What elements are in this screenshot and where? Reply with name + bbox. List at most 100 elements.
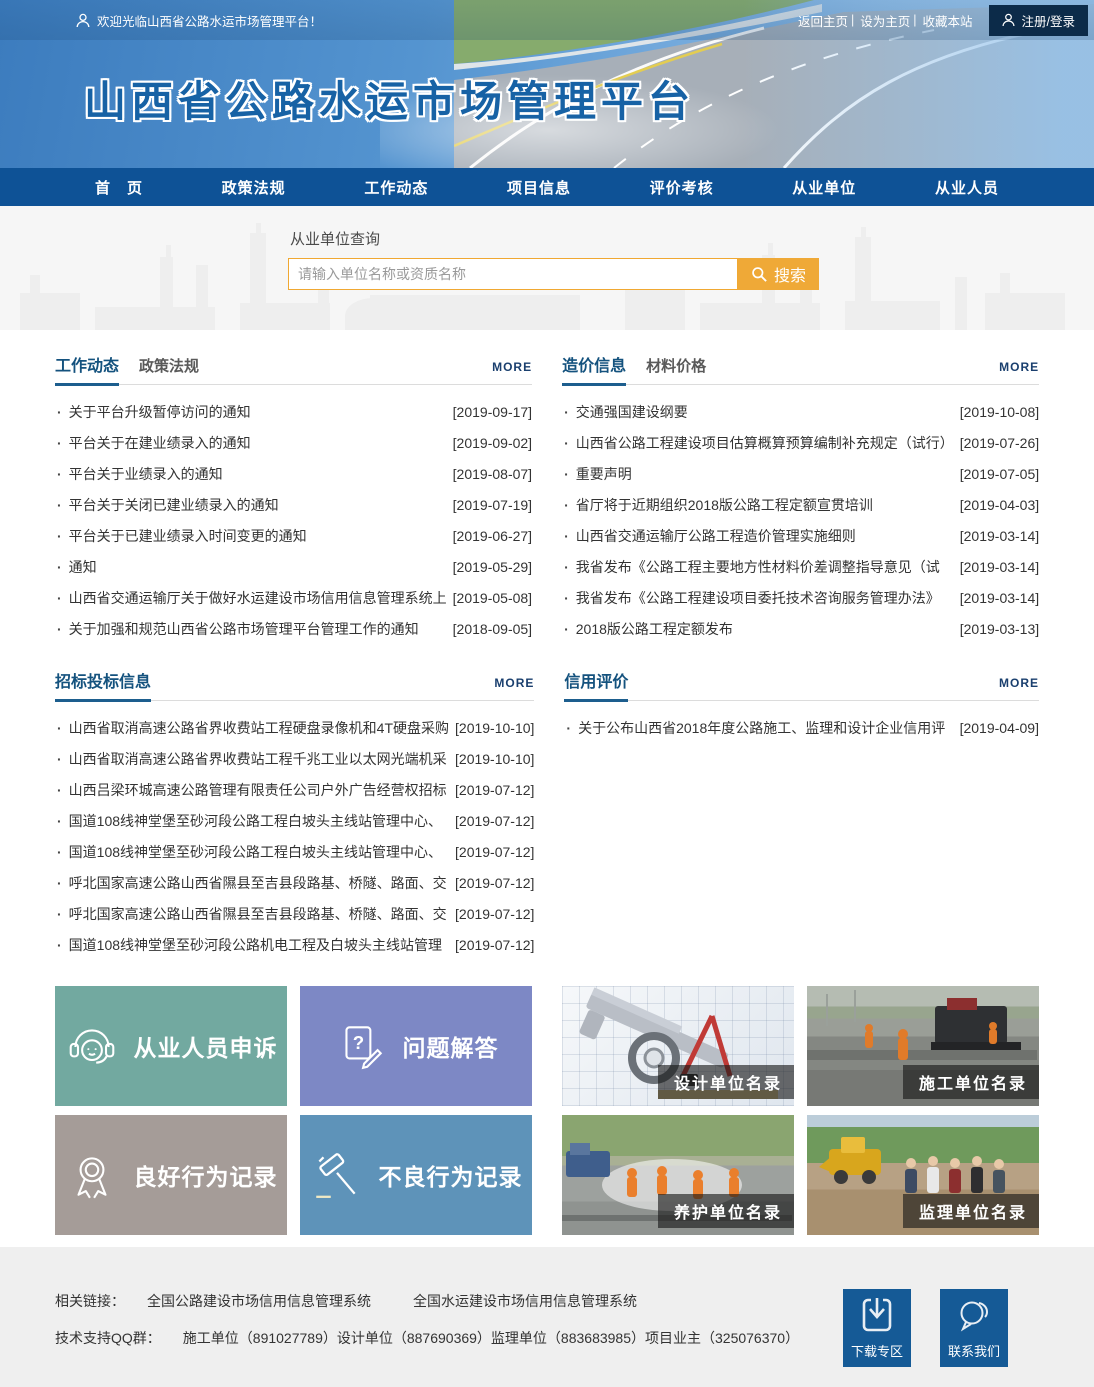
site-title: 山西省公路水运市场管理平台 [84, 68, 695, 129]
topbar-link-home[interactable]: 返回主页 [798, 11, 848, 30]
list-item[interactable]: 平台关于在建业绩录入的通知[2019-09-02] [55, 427, 532, 458]
register-login-button[interactable]: 注册/登录 [989, 5, 1088, 36]
tab-policy[interactable]: 政策法规 [139, 355, 199, 383]
footer: 相关链接： 全国公路建设市场信用信息管理系统 全国水运建设市场信用信息管理系统 … [0, 1247, 1094, 1387]
list-item[interactable]: 平台关于关闭已建业绩录入的通知[2019-07-19] [55, 489, 532, 520]
tab-material-price[interactable]: 材料价格 [646, 355, 706, 383]
card-construction-directory[interactable]: 施工单位名录 [807, 986, 1039, 1106]
download-zone-label: 下载专区 [851, 1341, 903, 1360]
card-label: 设计单位名录 [658, 1065, 794, 1099]
list-item[interactable]: 重要声明[2019-07-05] [562, 458, 1039, 489]
section-bidding: 招标投标信息 MORE 山西省取消高速公路省界收费站工程硬盘录像机和4T硬盘采购… [55, 668, 534, 960]
card-supervision-directory[interactable]: 监理单位名录 [807, 1115, 1039, 1235]
topbar: 欢迎光临山西省公路水运市场管理平台！ 返回主页| 设为主页| 收藏本站 注册/登… [0, 0, 1094, 40]
list-item[interactable]: 山西吕梁环城高速公路管理有限责任公司户外广告经营权招标[2019-07-12] [55, 774, 534, 805]
header-banner: 欢迎光临山西省公路水运市场管理平台！ 返回主页| 设为主页| 收藏本站 注册/登… [0, 0, 1094, 168]
list-item[interactable]: 山西省取消高速公路省界收费站工程千兆工业以太网光端机采[2019-10-10] [55, 743, 534, 774]
card-label: 养护单位名录 [658, 1194, 794, 1228]
list-item[interactable]: 2018版公路工程定额发布[2019-03-13] [562, 613, 1039, 644]
promo-tiles: 从业人员申诉 ? 问题解答 良好行为记录 [55, 986, 532, 1235]
headset-icon [65, 1019, 119, 1073]
question-doc-icon: ? [334, 1019, 388, 1073]
tile-label: 不良行为记录 [379, 1158, 523, 1192]
list-item[interactable]: 国道108线神堂堡至砂河段公路工程白坡头主线站管理中心、[2019-07-12] [55, 836, 534, 867]
welcome-text: 欢迎光临山西省公路水运市场管理平台！ [97, 11, 322, 30]
tile-good-record[interactable]: 良好行为记录 [55, 1115, 287, 1235]
more-link-cost[interactable]: MORE [999, 360, 1039, 374]
main-content: 工作动态 政策法规 MORE 关于平台升级暂停访问的通知[2019-09-17]… [0, 330, 1094, 1247]
contact-us-button[interactable]: 联系我们 [940, 1289, 1008, 1367]
search-button[interactable]: 搜索 [738, 258, 819, 290]
tile-label: 问题解答 [403, 1029, 499, 1063]
nav-item-policy[interactable]: 政策法规 [222, 177, 286, 198]
card-design-directory[interactable]: 设计单位名录 [562, 986, 794, 1106]
list-item[interactable]: 平台关于业绩录入的通知[2019-08-07] [55, 458, 532, 489]
qq-support-label: 技术支持QQ群： [55, 1328, 161, 1348]
search-section-label: 从业单位查询 [290, 228, 819, 249]
tile-label: 良好行为记录 [134, 1158, 278, 1192]
svg-text:?: ? [352, 1032, 364, 1053]
more-link-work[interactable]: MORE [492, 360, 532, 374]
user-icon [76, 13, 90, 28]
tile-personnel-appeal[interactable]: 从业人员申诉 [55, 986, 287, 1106]
section-cost-news: 造价信息 材料价格 MORE 交通强国建设纲要[2019-10-08] 山西省公… [562, 352, 1039, 644]
download-icon [860, 1296, 894, 1334]
list-item[interactable]: 我省发布《公路工程建设项目委托技术咨询服务管理办法》[2019-03-14] [562, 582, 1039, 613]
list-item[interactable]: 山西省取消高速公路省界收费站工程硬盘录像机和4T硬盘采购[2019-10-10] [55, 712, 534, 743]
topbar-link-favorite[interactable]: 收藏本站 [923, 11, 973, 30]
main-nav: 首 页 政策法规 工作动态 项目信息 评价考核 从业单位 从业人员 [0, 168, 1094, 206]
card-label: 施工单位名录 [903, 1065, 1039, 1099]
related-links-label: 相关链接： [55, 1291, 125, 1311]
nav-item-evaluation[interactable]: 评价考核 [650, 177, 714, 198]
list-item[interactable]: 平台关于已建业绩录入时间变更的通知[2019-06-27] [55, 520, 532, 551]
list-item[interactable]: 国道108线神堂堡至砂河段公路工程白坡头主线站管理中心、[2019-07-12] [55, 805, 534, 836]
nav-item-project[interactable]: 项目信息 [507, 177, 571, 198]
tile-question-answer[interactable]: ? 问题解答 [300, 986, 532, 1106]
list-item[interactable]: 呼北国家高速公路山西省隰县至吉县段路基、桥隧、路面、交[2019-07-12] [55, 898, 534, 929]
list-item[interactable]: 山西省交通运输厅关于做好水运建设市场信用信息管理系统上[2019-05-08] [55, 582, 532, 613]
list-item[interactable]: 山西省公路工程建设项目估算概算预算编制补充规定（试行）[2019-07-26] [562, 427, 1039, 458]
list-item[interactable]: 关于加强和规范山西省公路市场管理平台管理工作的通知[2018-09-05] [55, 613, 532, 644]
nav-item-company[interactable]: 从业单位 [792, 177, 856, 198]
chat-icon [955, 1296, 993, 1334]
list-item[interactable]: 山西省交通运输厅公路工程造价管理实施细则[2019-03-14] [562, 520, 1039, 551]
medal-icon [65, 1148, 119, 1202]
search-icon [751, 266, 768, 283]
card-maintenance-directory[interactable]: 养护单位名录 [562, 1115, 794, 1235]
list-item[interactable]: 交通强国建设纲要[2019-10-08] [562, 396, 1039, 427]
list-item[interactable]: 通知[2019-05-29] [55, 551, 532, 582]
directory-cards: 设计单位名录 施工单位名录 [562, 986, 1039, 1235]
search-band: 从业单位查询 搜索 [0, 206, 1094, 330]
section-credit: 信用评价 MORE 关于公布山西省2018年度公路施工、监理和设计企业信用评[2… [564, 668, 1039, 960]
list-item[interactable]: 关于平台升级暂停访问的通知[2019-09-17] [55, 396, 532, 427]
nav-item-home[interactable]: 首 页 [95, 177, 143, 198]
gavel-icon [310, 1148, 364, 1202]
more-link-bidding[interactable]: MORE [494, 676, 534, 690]
qq-support-text: 施工单位（891027789）设计单位（887690369）监理单位（88368… [183, 1328, 799, 1348]
section-work-news: 工作动态 政策法规 MORE 关于平台升级暂停访问的通知[2019-09-17]… [55, 352, 532, 644]
list-item[interactable]: 国道108线神堂堡至砂河段公路机电工程及白坡头主线站管理[2019-07-12] [55, 929, 534, 960]
bidding-title: 招标投标信息 [55, 668, 151, 702]
search-input[interactable] [288, 258, 738, 290]
nav-item-work[interactable]: 工作动态 [364, 177, 428, 198]
topbar-link-sethome[interactable]: 设为主页 [860, 11, 910, 30]
search-button-label: 搜索 [774, 262, 806, 286]
list-item[interactable]: 关于公布山西省2018年度公路施工、监理和设计企业信用评[2019-04-09] [564, 712, 1039, 743]
tab-cost-info[interactable]: 造价信息 [562, 352, 626, 386]
tile-label: 从业人员申诉 [134, 1029, 278, 1063]
more-link-credit[interactable]: MORE [999, 676, 1039, 690]
list-item[interactable]: 我省发布《公路工程主要地方性材料价差调整指导意见（试[2019-03-14] [562, 551, 1039, 582]
nav-item-personnel[interactable]: 从业人员 [935, 177, 999, 198]
user-icon [1002, 13, 1015, 27]
footer-link-waterway-credit[interactable]: 全国水运建设市场信用信息管理系统 [413, 1291, 637, 1311]
credit-title: 信用评价 [564, 668, 628, 702]
card-label: 监理单位名录 [903, 1194, 1039, 1228]
tab-work-news[interactable]: 工作动态 [55, 352, 119, 386]
download-zone-button[interactable]: 下载专区 [843, 1289, 911, 1367]
footer-link-highway-credit[interactable]: 全国公路建设市场信用信息管理系统 [147, 1291, 371, 1311]
list-item[interactable]: 呼北国家高速公路山西省隰县至吉县段路基、桥隧、路面、交[2019-07-12] [55, 867, 534, 898]
contact-us-label: 联系我们 [948, 1341, 1000, 1360]
tile-bad-record[interactable]: 不良行为记录 [300, 1115, 532, 1235]
register-login-label: 注册/登录 [1022, 11, 1075, 30]
list-item[interactable]: 省厅将于近期组织2018版公路工程定额宣贯培训[2019-04-03] [562, 489, 1039, 520]
